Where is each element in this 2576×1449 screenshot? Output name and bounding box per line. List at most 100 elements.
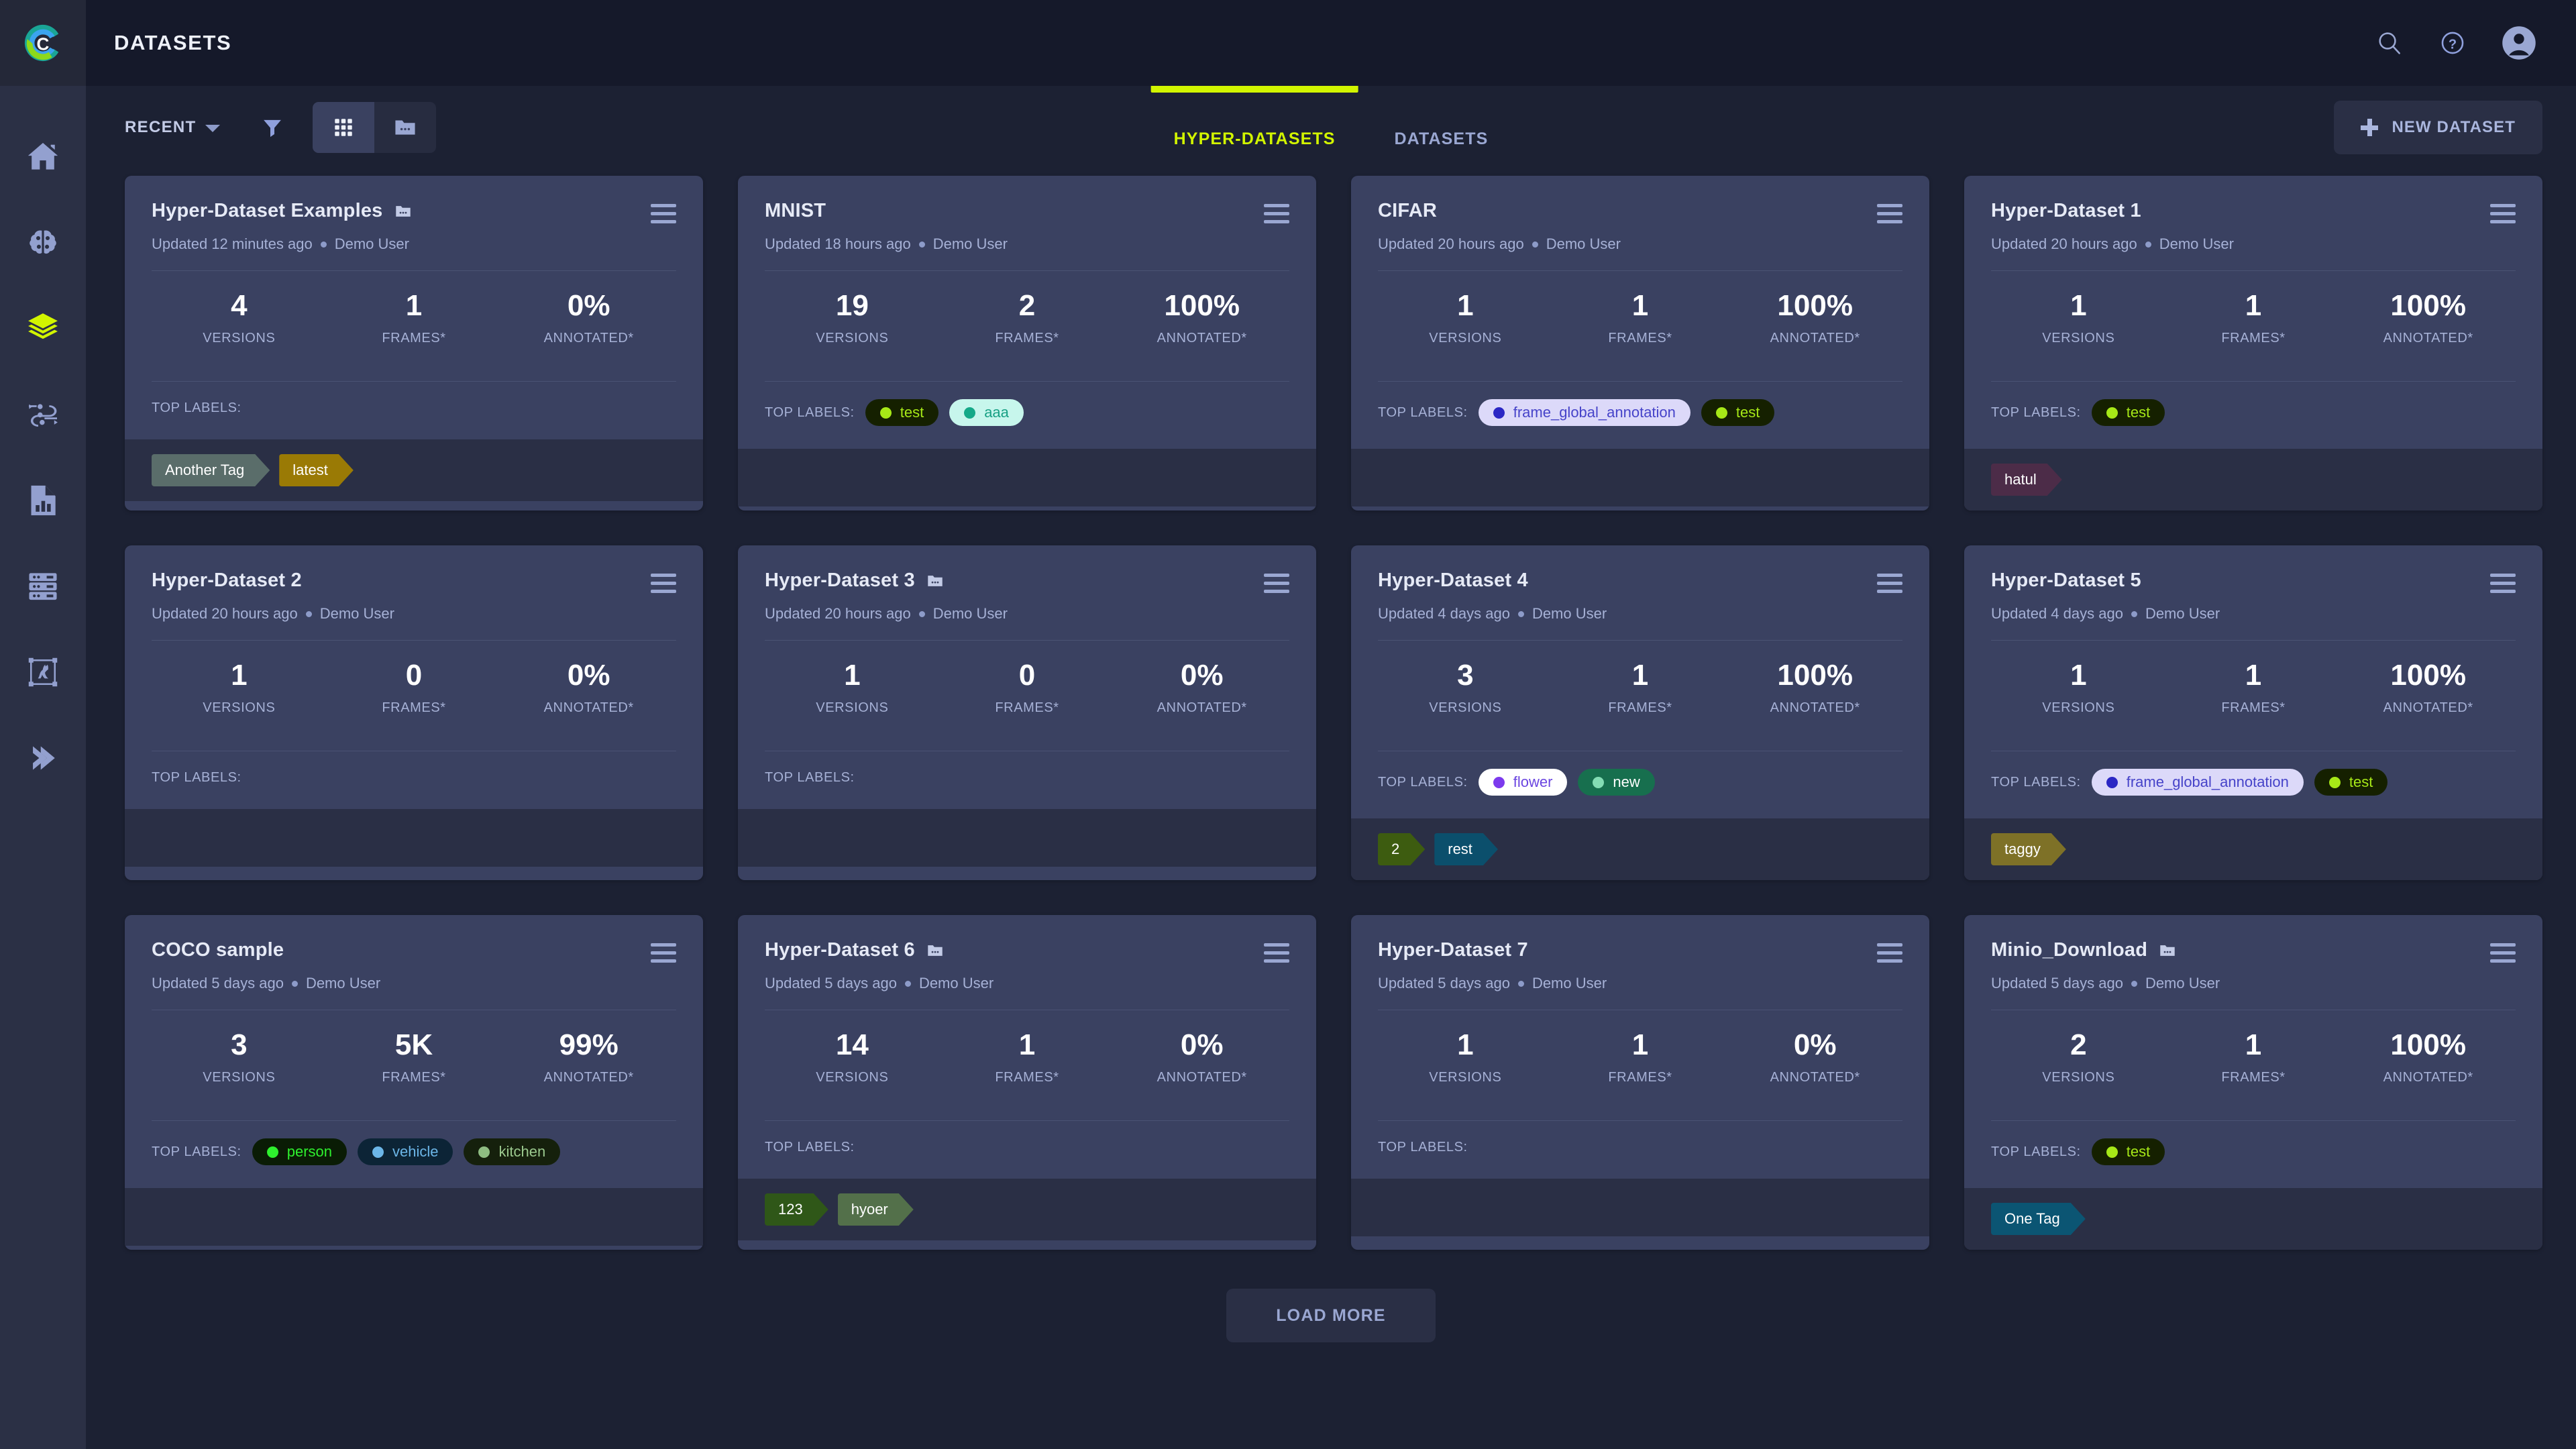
- dataset-tag[interactable]: hyoer: [838, 1193, 914, 1226]
- dataset-tag[interactable]: rest: [1434, 833, 1498, 865]
- dataset-tag-text: hatul: [2004, 471, 2037, 488]
- label-chip[interactable]: test: [2314, 769, 2387, 796]
- card-updated: Updated 20 hours ago: [765, 605, 911, 623]
- stat-versions-label: VERSIONS: [1991, 1070, 2166, 1085]
- card-top-labels: TOP LABELS: frame_global_annotation test: [1378, 382, 1902, 449]
- card-user: Demo User: [335, 235, 409, 253]
- label-chip[interactable]: person: [252, 1138, 347, 1165]
- label-chip[interactable]: kitchen: [464, 1138, 560, 1165]
- dataset-card[interactable]: Hyper-Dataset 3 Updated 20 hours ago Dem…: [738, 545, 1316, 880]
- load-more-button[interactable]: LOAD MORE: [1226, 1289, 1436, 1342]
- card-menu-button[interactable]: [1877, 200, 1902, 223]
- label-chip-text: test: [900, 404, 924, 421]
- card-title-text: CIFAR: [1378, 200, 1437, 222]
- new-dataset-label: NEW DATASET: [2392, 118, 2516, 137]
- card-menu-button[interactable]: [1877, 939, 1902, 963]
- card-updated: Updated 20 hours ago: [1991, 235, 2137, 253]
- label-chip[interactable]: test: [1701, 399, 1774, 426]
- label-color-dot: [1716, 407, 1727, 419]
- card-body: Hyper-Dataset 7 Updated 5 days ago Demo …: [1351, 915, 1929, 1179]
- dataset-card[interactable]: Hyper-Dataset 4 Updated 4 days ago Demo …: [1351, 545, 1929, 880]
- dataset-tag[interactable]: 2: [1378, 833, 1425, 865]
- server-icon: [24, 568, 62, 605]
- card-menu-button[interactable]: [1264, 939, 1289, 963]
- filter-button[interactable]: [260, 115, 284, 140]
- dataset-tag[interactable]: Another Tag: [152, 454, 270, 486]
- top-labels-caption: TOP LABELS:: [152, 770, 241, 786]
- app-logo[interactable]: C: [0, 0, 86, 86]
- label-chip[interactable]: frame_global_annotation: [2092, 769, 2304, 796]
- card-menu-button[interactable]: [1264, 200, 1289, 223]
- dataset-tag[interactable]: taggy: [1991, 833, 2066, 865]
- label-chip[interactable]: new: [1578, 769, 1654, 796]
- top-labels-caption: TOP LABELS:: [765, 770, 855, 786]
- label-color-dot: [1493, 407, 1505, 419]
- card-menu-button[interactable]: [1264, 570, 1289, 593]
- sidebar-item-reports[interactable]: [0, 458, 86, 543]
- dataset-card[interactable]: COCO sample Updated 5 days ago Demo User…: [125, 915, 703, 1250]
- sidebar-item-annotations[interactable]: [0, 629, 86, 715]
- dataset-card[interactable]: Hyper-Dataset 2 Updated 20 hours ago Dem…: [125, 545, 703, 880]
- grid-view-button[interactable]: [313, 102, 374, 153]
- hamburger-line: [1264, 590, 1289, 593]
- dataset-tag[interactable]: One Tag: [1991, 1203, 2086, 1235]
- card-stats: 1 VERSIONS 1 FRAMES* 100% ANNOTATED*: [1378, 271, 1902, 364]
- sidebar-item-pipelines[interactable]: [0, 372, 86, 458]
- card-menu-button[interactable]: [651, 570, 676, 593]
- hamburger-line: [2490, 220, 2516, 223]
- stat-frames: 1 FRAMES*: [1553, 661, 1728, 716]
- dataset-card[interactable]: MNIST Updated 18 hours ago Demo User 19: [738, 176, 1316, 511]
- page-title: DATASETS: [114, 31, 231, 55]
- label-chip[interactable]: vehicle: [358, 1138, 453, 1165]
- dataset-tag[interactable]: latest: [279, 454, 354, 486]
- user-avatar-button[interactable]: [2501, 25, 2537, 61]
- sidebar-item-models[interactable]: [0, 200, 86, 286]
- label-color-dot: [1593, 777, 1604, 788]
- label-chip[interactable]: frame_global_annotation: [1479, 399, 1690, 426]
- card-menu-button[interactable]: [2490, 200, 2516, 223]
- card-title: MNIST: [765, 200, 826, 222]
- tab-datasets[interactable]: DATASETS: [1365, 86, 1518, 169]
- label-chip[interactable]: test: [2092, 399, 2165, 426]
- dataset-card[interactable]: Hyper-Dataset 5 Updated 4 days ago Demo …: [1964, 545, 2542, 880]
- card-updated: Updated 18 hours ago: [765, 235, 911, 253]
- card-menu-button[interactable]: [651, 200, 676, 223]
- load-more-label: LOAD MORE: [1276, 1306, 1386, 1326]
- dataset-tag[interactable]: hatul: [1991, 464, 2062, 496]
- card-menu-button[interactable]: [1877, 570, 1902, 593]
- search-button[interactable]: [2375, 28, 2404, 58]
- card-menu-button[interactable]: [2490, 570, 2516, 593]
- help-button[interactable]: ?: [2438, 28, 2467, 58]
- sidebar-item-datasets[interactable]: [0, 286, 86, 372]
- dataset-tag[interactable]: 123: [765, 1193, 828, 1226]
- label-chip[interactable]: aaa: [949, 399, 1024, 426]
- card-menu-button[interactable]: [2490, 939, 2516, 963]
- card-menu-button[interactable]: [651, 939, 676, 963]
- dataset-card[interactable]: Hyper-Dataset 6 Updated 5 days ago Demo …: [738, 915, 1316, 1250]
- sidebar-item-workers[interactable]: [0, 543, 86, 629]
- card-user: Demo User: [933, 605, 1008, 623]
- new-dataset-button[interactable]: NEW DATASET: [2334, 101, 2542, 154]
- dataset-card[interactable]: Hyper-Dataset Examples Updated 12 minute…: [125, 176, 703, 511]
- top-labels-caption: TOP LABELS:: [1378, 405, 1468, 421]
- dataset-card[interactable]: Minio_Download Updated 5 days ago Demo U…: [1964, 915, 2542, 1250]
- meta-separator-dot: [919, 611, 925, 617]
- tab-hyper-datasets[interactable]: HYPER-DATASETS: [1144, 86, 1365, 169]
- dataset-card[interactable]: CIFAR Updated 20 hours ago Demo User 1 V: [1351, 176, 1929, 511]
- sidebar-item-expand[interactable]: [0, 715, 86, 801]
- label-chip[interactable]: flower: [1479, 769, 1568, 796]
- sort-dropdown[interactable]: RECENT: [125, 118, 220, 137]
- stat-frames-label: FRAMES*: [327, 1070, 502, 1085]
- label-chip[interactable]: test: [865, 399, 938, 426]
- folder-view-button[interactable]: [374, 102, 436, 153]
- meta-separator-dot: [919, 241, 925, 248]
- dataset-card[interactable]: Hyper-Dataset 1 Updated 20 hours ago Dem…: [1964, 176, 2542, 511]
- meta-separator-dot: [1518, 611, 1524, 617]
- sidebar-item-home[interactable]: [0, 114, 86, 200]
- stat-versions-label: VERSIONS: [152, 700, 327, 716]
- dataset-tag-text: hyoer: [851, 1201, 888, 1218]
- stat-frames-label: FRAMES*: [940, 1070, 1115, 1085]
- hamburger-line: [1264, 582, 1289, 585]
- label-chip[interactable]: test: [2092, 1138, 2165, 1165]
- dataset-card[interactable]: Hyper-Dataset 7 Updated 5 days ago Demo …: [1351, 915, 1929, 1250]
